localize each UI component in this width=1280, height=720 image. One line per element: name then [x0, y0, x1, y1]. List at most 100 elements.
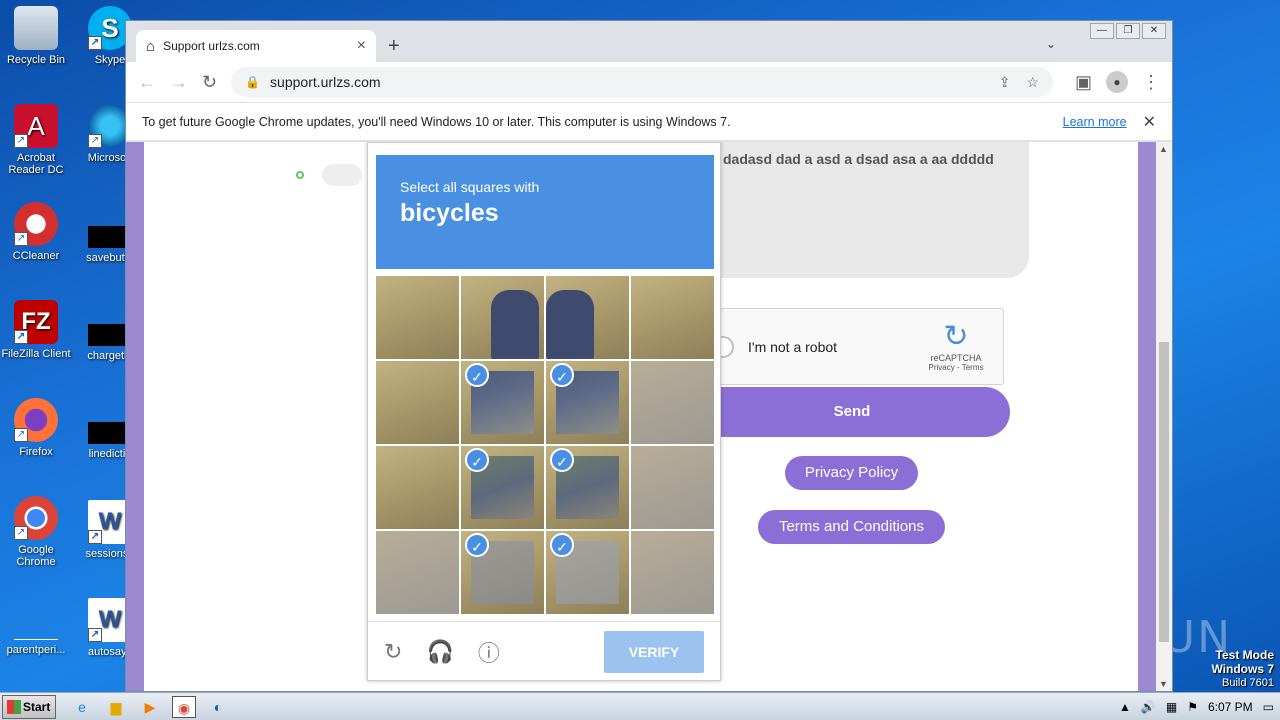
desktop-icon-ccleaner[interactable]: ↗ CCleaner	[0, 202, 72, 262]
desktop-icon-chrome[interactable]: ↗ Google Chrome	[0, 496, 72, 568]
firefox-icon: ↗	[14, 398, 58, 442]
captcha-tile[interactable]	[546, 276, 629, 359]
url-text: support.urlzs.com	[270, 74, 381, 90]
desktop-icon-label: Skype	[94, 54, 126, 66]
captcha-tile-selected[interactable]: ✓	[546, 361, 629, 444]
captcha-tile[interactable]	[376, 531, 459, 614]
bookmark-star-icon[interactable]: ☆	[1026, 74, 1039, 91]
start-button[interactable]: Start	[2, 694, 56, 719]
captcha-tile-selected[interactable]: ✓	[461, 531, 544, 614]
side-panel-icon[interactable]: ▣	[1075, 72, 1092, 93]
browser-window: — ❐ ✕ ⌂ Support urlzs.com × + ⌄ ← → ↻ 🔒 …	[125, 20, 1173, 692]
ie-icon[interactable]: e	[70, 696, 94, 718]
page-scrollbar[interactable]: ▲ ▼	[1156, 142, 1172, 691]
desktop-icon-label: CCleaner	[12, 250, 60, 262]
placeholder-pill	[322, 164, 362, 186]
test-mode-line: Test Mode	[1215, 648, 1274, 662]
captcha-tile[interactable]	[631, 446, 714, 529]
desktop-icon-label: Acrobat Reader DC	[8, 152, 64, 176]
captcha-tile-selected[interactable]: ✓	[546, 531, 629, 614]
filezilla-icon: FZ ↗	[14, 300, 58, 344]
desktop-icon-label: FileZilla Client	[1, 348, 71, 360]
captcha-tile[interactable]	[376, 276, 459, 359]
desktop-icon-firefox[interactable]: ↗ Firefox	[0, 398, 72, 458]
taskbar: Start e ▆ ▶ ◉ ◐ ▲ 🔊 ▦ ⚑ 6:07 PM ▭	[0, 692, 1280, 720]
browser-tab[interactable]: ⌂ Support urlzs.com ×	[136, 30, 376, 62]
captcha-tile[interactable]	[631, 531, 714, 614]
desktop-icon-label: parentperi...	[6, 644, 66, 656]
scroll-down-icon[interactable]: ▼	[1159, 679, 1168, 689]
tray-expand-icon[interactable]: ▲	[1119, 700, 1131, 714]
checkmark-icon: ✓	[465, 363, 489, 387]
new-tab-button[interactable]: +	[388, 35, 400, 58]
captcha-tile-selected[interactable]: ✓	[546, 446, 629, 529]
close-tab-icon[interactable]: ×	[357, 37, 366, 55]
send-button[interactable]: Send	[694, 387, 1010, 437]
captcha-tile[interactable]	[631, 276, 714, 359]
captcha-tile[interactable]	[376, 361, 459, 444]
challenge-footer: ↻ 🎧 ⓘ VERIFY	[368, 621, 720, 681]
close-window-button[interactable]: ✕	[1142, 23, 1166, 39]
status-dot-icon	[296, 171, 304, 179]
browser-toolbar: ← → ↻ 🔒 support.urlzs.com ⇪ ☆ ▣ ● ⋮	[126, 62, 1172, 102]
recaptcha-links[interactable]: Privacy - Terms	[921, 363, 991, 372]
recaptcha-widget: I'm not a robot ↻ reCAPTCHA Privacy - Te…	[699, 308, 1004, 385]
desktop-icon-parentperi[interactable]: parentperi...	[0, 618, 72, 656]
build-line: Build 7601	[1222, 677, 1274, 689]
explorer-icon[interactable]: ▆	[104, 696, 128, 718]
edge-taskbar-icon[interactable]: ◐	[206, 696, 230, 718]
network-icon[interactable]: ▦	[1166, 700, 1177, 714]
recaptcha-logo: ↻ reCAPTCHA Privacy - Terms	[921, 320, 991, 373]
back-button[interactable]: ←	[138, 72, 156, 93]
scroll-up-icon[interactable]: ▲	[1159, 144, 1168, 154]
learn-more-link[interactable]: Learn more	[1063, 115, 1127, 129]
volume-icon[interactable]: 🔊	[1141, 700, 1156, 714]
menu-kebab-icon[interactable]: ⋮	[1142, 72, 1160, 93]
lock-icon[interactable]: 🔒	[245, 75, 260, 89]
taskbar-pinned: e ▆ ▶ ◉ ◐	[70, 695, 230, 718]
audio-challenge-icon[interactable]: 🎧	[426, 639, 453, 665]
share-icon[interactable]: ⇪	[999, 74, 1011, 91]
tab-search-icon[interactable]: ⌄	[1046, 37, 1056, 51]
scrollbar-thumb[interactable]	[1159, 342, 1169, 642]
chrome-taskbar-icon[interactable]: ◉	[172, 695, 196, 718]
infobar-message: To get future Google Chrome updates, you…	[142, 114, 731, 129]
verify-button[interactable]: VERIFY	[604, 630, 704, 673]
rider-image	[546, 290, 594, 359]
desktop-icon-acrobat[interactable]: A ↗ Acrobat Reader DC	[0, 104, 72, 176]
terms-button[interactable]: Terms and Conditions	[758, 510, 945, 544]
minimize-button[interactable]: —	[1090, 23, 1114, 39]
acrobat-icon: A ↗	[14, 104, 58, 148]
desktop-icon-label: Google Chrome	[16, 544, 56, 568]
address-bar[interactable]: 🔒 support.urlzs.com ⇪ ☆	[231, 67, 1053, 97]
info-icon[interactable]: ⓘ	[478, 636, 500, 668]
test-mode-label: Test Mode Windows 7 Build 7601	[1211, 648, 1274, 690]
captcha-tile[interactable]	[376, 446, 459, 529]
captcha-tile-selected[interactable]: ✓	[461, 446, 544, 529]
captcha-tile[interactable]	[631, 361, 714, 444]
privacy-policy-button[interactable]: Privacy Policy	[785, 456, 918, 490]
checkmark-icon: ✓	[550, 363, 574, 387]
reload-button[interactable]: ↻	[202, 72, 217, 93]
window-controls: — ❐ ✕	[1090, 23, 1166, 39]
page-viewport: dadasd dad a asd a dsad asa a aa ddddd I…	[126, 142, 1156, 691]
captcha-tile-selected[interactable]: ✓	[461, 361, 544, 444]
profile-avatar-icon[interactable]: ●	[1106, 71, 1128, 93]
desktop-icon-recycle-bin[interactable]: Recycle Bin	[0, 6, 72, 66]
captcha-tile[interactable]	[461, 276, 544, 359]
challenge-target: bicycles	[400, 199, 499, 227]
action-center-flag-icon[interactable]: ⚑	[1187, 700, 1198, 714]
clock[interactable]: 6:07 PM	[1208, 700, 1253, 714]
checkmark-icon: ✓	[550, 533, 574, 557]
message-textarea[interactable]: dadasd dad a asd a dsad asa a aa ddddd	[699, 142, 1029, 278]
show-desktop-button[interactable]: ▭	[1263, 700, 1274, 714]
challenge-instruction: Select all squares with	[400, 179, 540, 195]
recaptcha-icon: ↻	[943, 320, 969, 353]
close-infobar-icon[interactable]: ✕	[1143, 112, 1156, 132]
desktop-icon-filezilla[interactable]: FZ ↗ FileZilla Client	[0, 300, 72, 360]
maximize-button[interactable]: ❐	[1116, 23, 1140, 39]
media-player-icon[interactable]: ▶	[138, 696, 162, 718]
file-icon	[14, 618, 58, 640]
forward-button[interactable]: →	[170, 72, 188, 93]
reload-challenge-icon[interactable]: ↻	[384, 639, 402, 665]
